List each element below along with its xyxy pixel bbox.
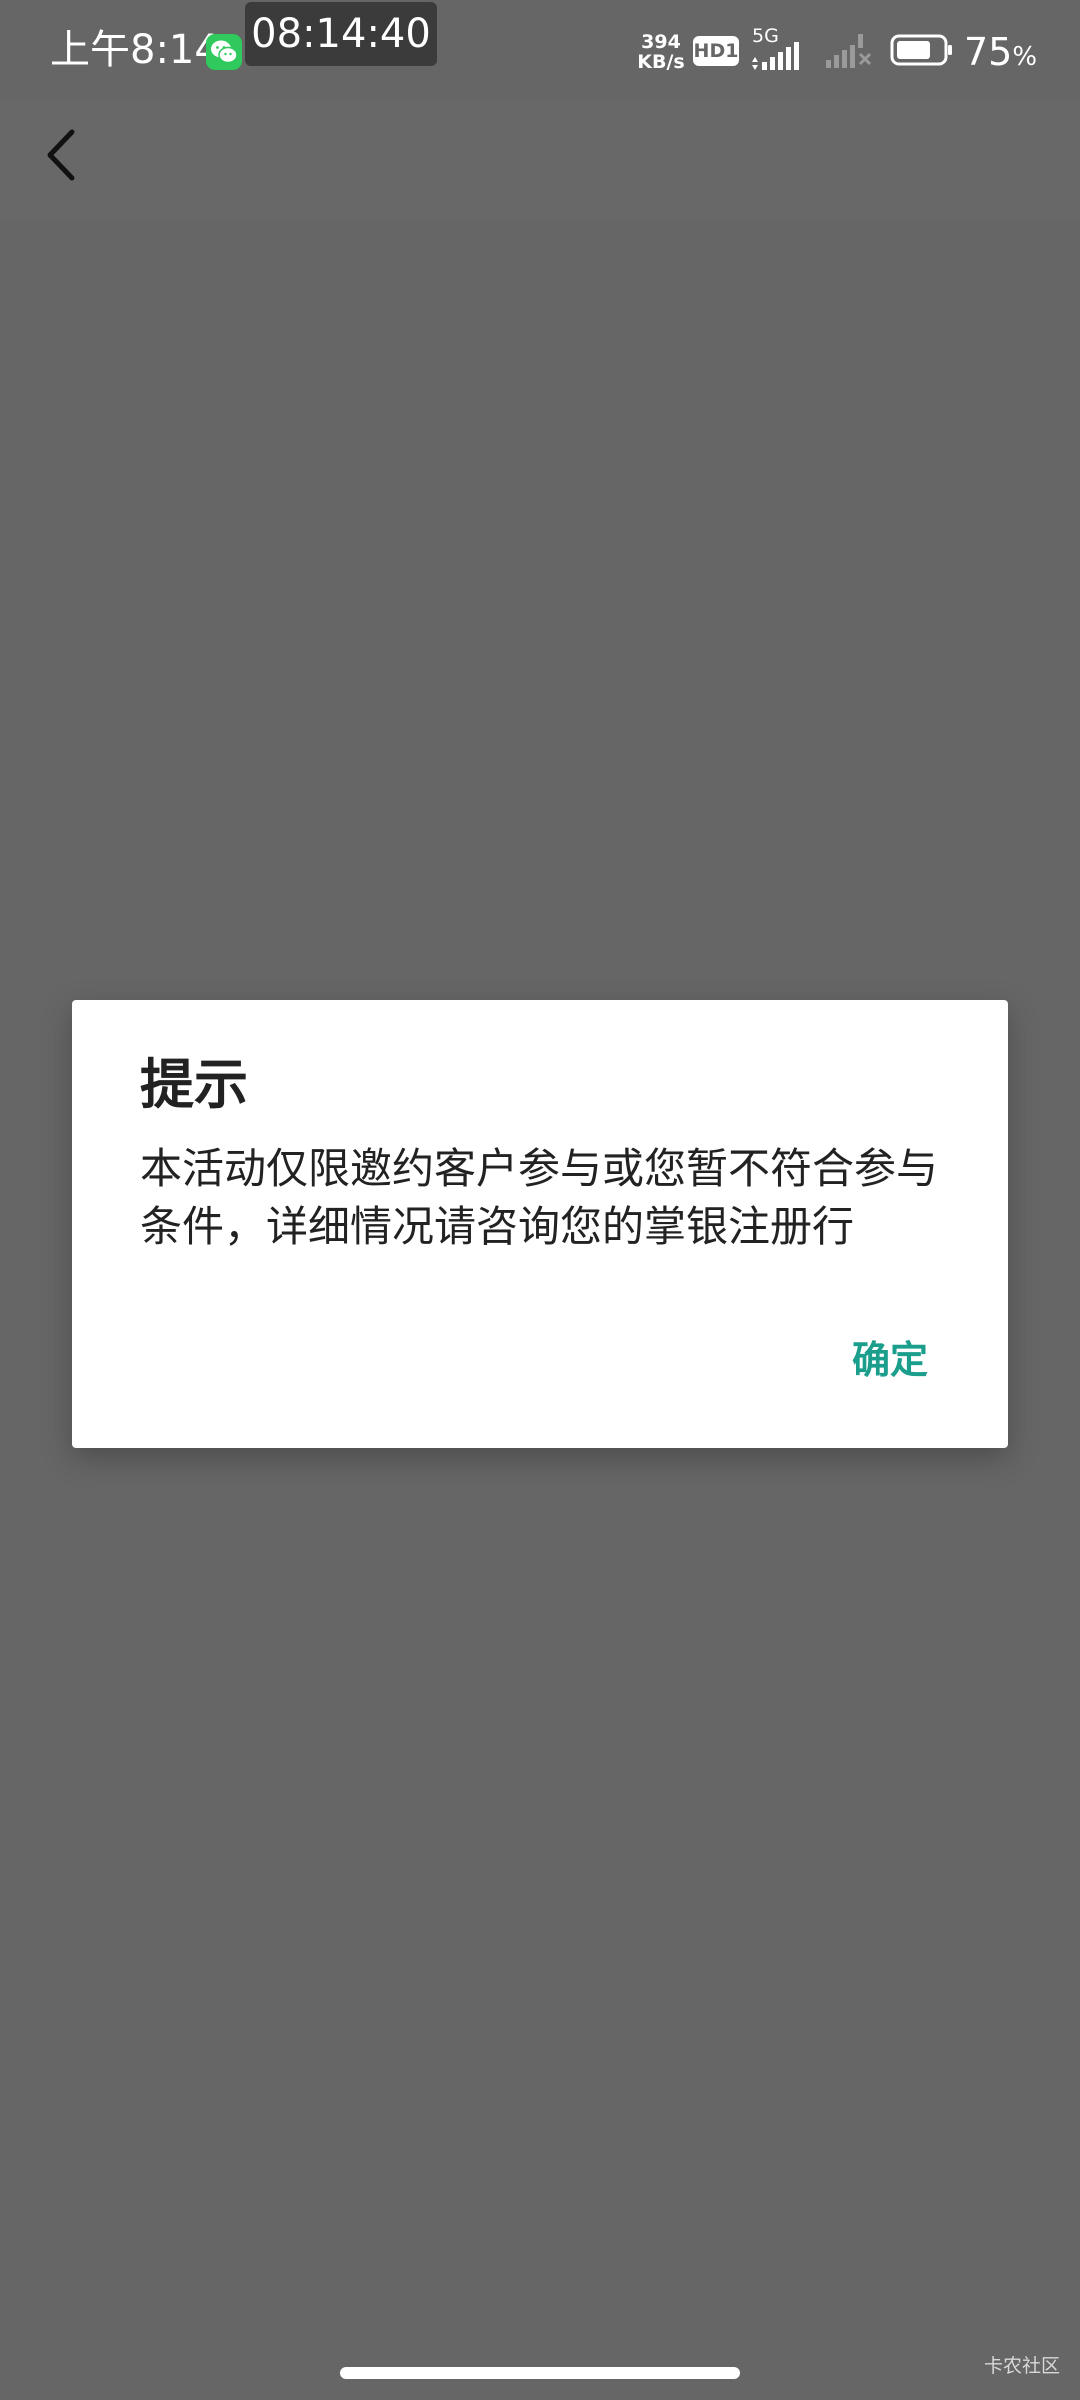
home-indicator[interactable] [340, 2367, 740, 2379]
alert-dialog: 提示 本活动仅限邀约客户参与或您暂不符合参与条件，详细情况请咨询您的掌银注册行 … [72, 1000, 1008, 1448]
watermark: 卡农社区 [983, 2355, 1060, 2377]
network-speed-unit: KB/s [637, 51, 685, 73]
confirm-button[interactable]: 确定 [852, 1330, 928, 1390]
battery-percent-symbol: % [1012, 42, 1038, 72]
signal-icon [752, 42, 799, 70]
status-bar: 上午8:14 08:14:40 394 KB/s HD1 5G 75% [0, 0, 1080, 100]
dialog-message: 本活动仅限邀约客户参与或您暂不符合参与条件，详细情况请咨询您的掌银注册行 [140, 1144, 939, 1251]
network-speed-value: 394 [641, 31, 681, 53]
network-speed: 394 KB/s [636, 32, 686, 72]
wechat-icon [206, 34, 242, 70]
battery-percent: 75% [964, 24, 1037, 85]
clock-chip: 08:14:40 [245, 2, 437, 66]
dialog-title: 提示 [140, 1053, 248, 1116]
battery-icon [890, 34, 952, 66]
signal-no-service-icon [826, 34, 872, 68]
status-time: 上午8:14 [50, 27, 220, 73]
hd-badge: HD1 [693, 36, 739, 66]
app-bar [0, 100, 1080, 220]
chevron-left-icon [47, 129, 75, 181]
battery-percent-value: 75 [964, 30, 1013, 74]
back-button[interactable] [30, 120, 100, 190]
